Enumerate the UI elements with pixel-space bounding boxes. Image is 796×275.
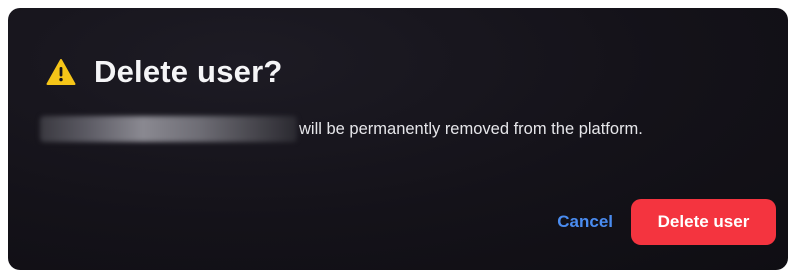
dialog-message: will be permanently removed from the pla… [40,116,643,142]
warning-icon [46,58,76,86]
delete-user-dialog: Delete user? will be permanently removed… [8,8,788,270]
cancel-button[interactable]: Cancel [551,204,619,240]
dialog-header: Delete user? [46,54,282,90]
redacted-user-email [40,116,297,142]
delete-user-button[interactable]: Delete user [631,199,776,245]
dialog-actions: Cancel Delete user [551,199,776,245]
dialog-title: Delete user? [94,54,283,89]
message-text: will be permanently removed from the pla… [299,119,643,138]
